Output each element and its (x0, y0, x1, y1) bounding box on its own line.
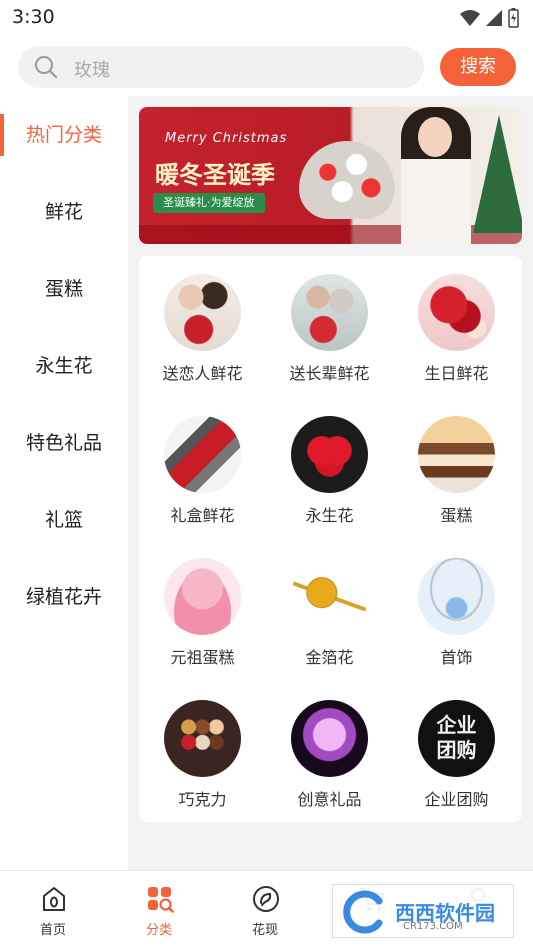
category-jewelry[interactable]: 首饰 (393, 540, 520, 670)
category-label: 巧克力 (178, 790, 227, 809)
gift-box-roses-image (164, 416, 241, 493)
tab-category[interactable]: 分类 (106, 871, 212, 948)
status-icons (460, 8, 519, 28)
sidebar-item-flowers[interactable]: 鲜花 (0, 192, 128, 232)
wifi-icon (460, 10, 480, 26)
category-label: 永生花 (305, 506, 354, 525)
category-label: 送长辈鲜花 (289, 364, 370, 383)
sidebar-item-preserved-flowers[interactable]: 永生花 (0, 346, 128, 386)
category-label: 礼盒鲜花 (170, 506, 235, 525)
sidebar-item-green-plants[interactable]: 绿植花卉 (0, 577, 128, 617)
tab-discover[interactable]: 花现 (212, 871, 318, 948)
category-grid: 送恋人鲜花 送长辈鲜花 生日鲜花 礼盒鲜花 永生花 蛋糕 元祖蛋糕 金箔花 首饰… (139, 256, 522, 822)
banner-title: 暖冬圣诞季 (155, 161, 275, 189)
search-input[interactable]: 玫瑰 (18, 46, 424, 88)
category-sidebar: 热门分类 鲜花 蛋糕 永生花 特色礼品 礼篮 绿植花卉 (0, 96, 128, 870)
search-icon (35, 56, 58, 79)
category-cake[interactable]: 蛋糕 (393, 398, 520, 528)
category-elders-flowers[interactable]: 送长辈鲜花 (266, 256, 393, 386)
swan-necklace-image (418, 558, 495, 635)
banner-title-en: Merry Christmas (165, 131, 288, 146)
sidebar-item-gift-basket[interactable]: 礼篮 (0, 500, 128, 540)
model-face (418, 117, 452, 157)
elders-bouquet-image (291, 274, 368, 351)
watermark-url: CR173.COM (403, 921, 463, 932)
preserved-heart-roses-image (291, 416, 368, 493)
tab-label: 分类 (145, 923, 172, 938)
category-label: 蛋糕 (440, 506, 473, 525)
category-gold-foil-flower[interactable]: 金箔花 (266, 540, 393, 670)
tab-label: 花现 (251, 923, 278, 938)
category-label: 金箔花 (305, 648, 354, 667)
christmas-banner[interactable]: Merry Christmas 暖冬圣诞季 圣诞臻礼·为爱绽放 (139, 107, 522, 244)
category-creative-gifts[interactable]: 创意礼品 (266, 682, 393, 812)
category-birthday-flowers[interactable]: 生日鲜花 (393, 256, 520, 386)
home-icon (43, 887, 65, 911)
enterprise-group-buy-image: 企业团购 (418, 700, 495, 777)
chocolate-box-image (164, 700, 241, 777)
enterprise-badge-text: 企业团购 (436, 713, 477, 762)
category-label: 企业团购 (424, 790, 489, 809)
tab-label: 首页 (39, 923, 66, 938)
signal-icon (486, 10, 502, 26)
cake-image (418, 416, 495, 493)
discover-icon (253, 886, 279, 912)
sidebar-item-hot[interactable]: 热门分类 (0, 115, 128, 155)
category-chocolate[interactable]: 巧克力 (139, 682, 266, 812)
category-label: 送恋人鲜花 (162, 364, 243, 383)
status-bar: 3:30 (0, 0, 533, 34)
category-icon (148, 887, 174, 913)
watermark-c-icon (343, 890, 383, 934)
category-couple-flowers[interactable]: 送恋人鲜花 (139, 256, 266, 386)
category-yuanzu-cake[interactable]: 元祖蛋糕 (139, 540, 266, 670)
tab-home[interactable]: 首页 (0, 871, 106, 948)
gold-foil-rose-image (291, 558, 368, 635)
pink-cake-image (164, 558, 241, 635)
search-placeholder: 玫瑰 (74, 60, 110, 81)
category-label: 首饰 (440, 648, 473, 667)
watermark-logo: 西西软件园 CR173.COM (332, 884, 514, 938)
birthday-flowers-image (418, 274, 495, 351)
bouquet-image (299, 141, 395, 219)
category-gift-box-flowers[interactable]: 礼盒鲜花 (139, 398, 266, 528)
category-enterprise-purchase[interactable]: 企业团购 企业团购 (393, 682, 520, 812)
category-label: 生日鲜花 (424, 364, 489, 383)
category-label: 创意礼品 (297, 790, 362, 809)
couple-bouquet-image (164, 274, 241, 351)
banner-subtitle: 圣诞臻礼·为爱绽放 (153, 193, 265, 213)
category-label: 元祖蛋糕 (170, 648, 235, 667)
search-button[interactable]: 搜索 (440, 48, 516, 86)
sidebar-item-special-gifts[interactable]: 特色礼品 (0, 423, 128, 463)
status-time: 3:30 (12, 6, 55, 28)
category-content: Merry Christmas 暖冬圣诞季 圣诞臻礼·为爱绽放 送恋人鲜花 送长… (128, 96, 533, 870)
category-preserved-flowers[interactable]: 永生花 (266, 398, 393, 528)
battery-icon (508, 8, 519, 28)
christmas-tree-image (473, 115, 522, 233)
crystal-heart-image (291, 700, 368, 777)
search-row: 玫瑰 搜索 (0, 34, 533, 96)
sidebar-item-cake[interactable]: 蛋糕 (0, 269, 128, 309)
